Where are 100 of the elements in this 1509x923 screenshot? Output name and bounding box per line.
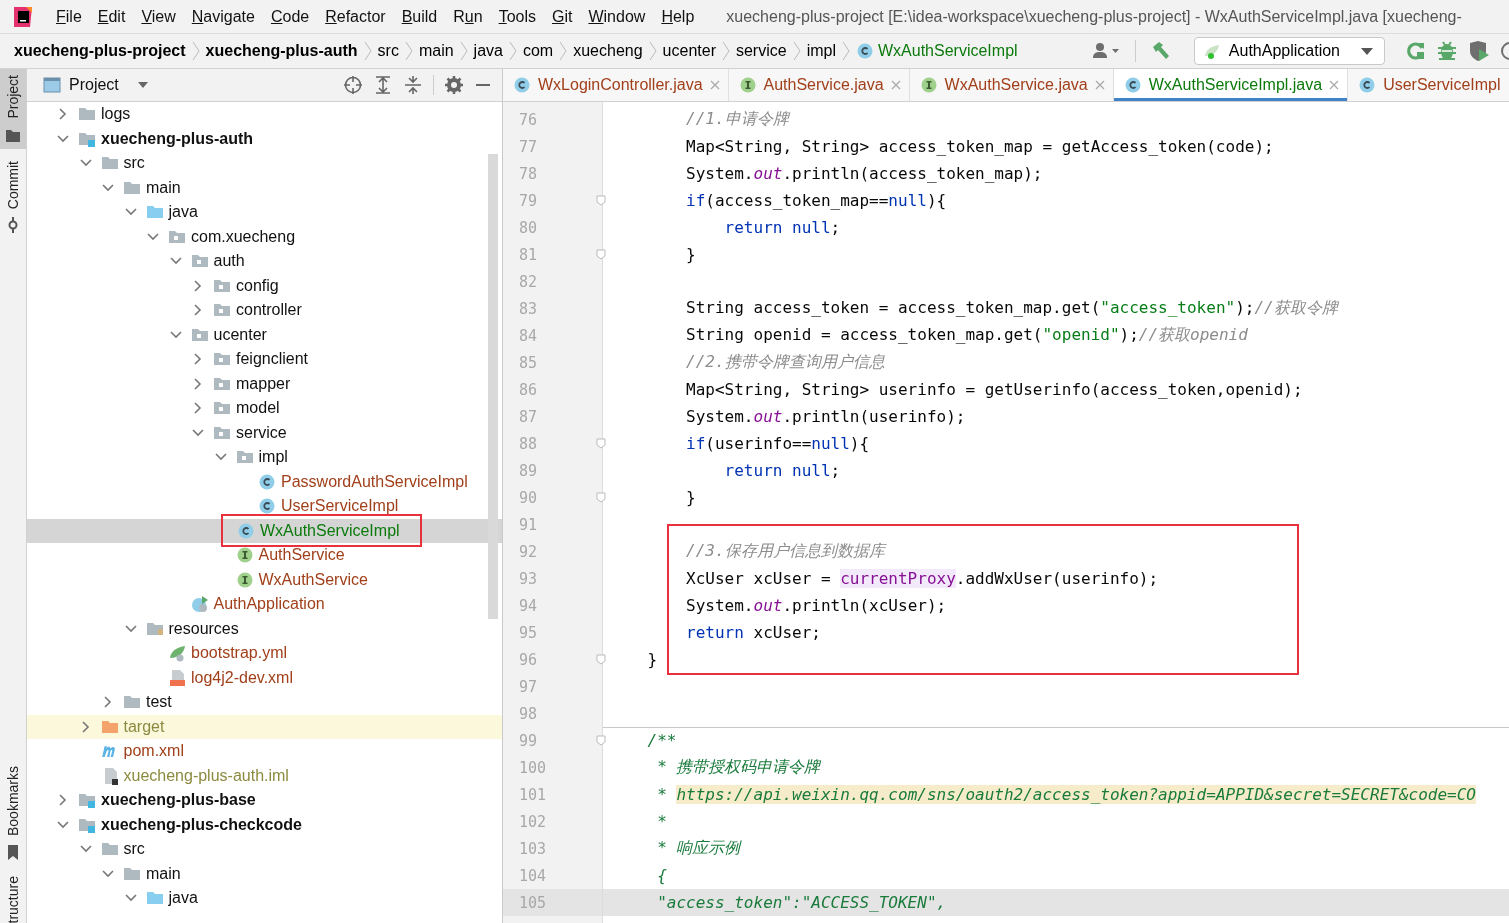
debug-icon[interactable] (1435, 40, 1459, 62)
rerun-icon[interactable] (1405, 40, 1427, 62)
collapse-chevron-icon[interactable] (192, 402, 204, 415)
settings-icon[interactable] (444, 75, 464, 95)
collapse-chevron-icon[interactable] (79, 720, 92, 733)
editor-tab[interactable]: UserServiceImpl (1348, 69, 1509, 101)
expand-chevron-icon[interactable] (124, 622, 137, 635)
dropdown-caret-icon[interactable] (136, 81, 149, 89)
tree-row[interactable]: mapper (27, 371, 502, 396)
coverage-icon[interactable] (1467, 40, 1491, 62)
tree-row[interactable]: java (27, 200, 502, 225)
breadcrumb[interactable]: WxAuthServiceImpl (878, 42, 1018, 60)
fold-marker-icon[interactable] (596, 492, 606, 503)
tree-row[interactable]: test (27, 690, 502, 715)
tree-row[interactable]: resources (27, 616, 502, 641)
expand-chevron-icon[interactable] (192, 426, 204, 439)
breadcrumb[interactable]: java (473, 42, 503, 60)
breadcrumb[interactable]: com (522, 42, 554, 60)
tree-row[interactable]: com.xuecheng (27, 224, 502, 249)
collapse-chevron-icon[interactable] (192, 279, 204, 292)
tree-row[interactable]: UserServiceImpl (27, 494, 502, 519)
collapse-chevron-icon[interactable] (102, 696, 114, 709)
menu-item[interactable]: Code (262, 7, 318, 26)
expand-chevron-icon[interactable] (147, 230, 159, 243)
tree-row[interactable]: WxAuthService (27, 567, 502, 592)
tree-row[interactable]: pom.xml (27, 739, 502, 764)
close-icon[interactable] (1329, 80, 1340, 90)
tree-row[interactable]: main (27, 175, 502, 200)
menu-item[interactable]: Navigate (183, 7, 263, 26)
fold-marker-icon[interactable] (596, 735, 606, 746)
tree-row[interactable]: xuecheng-plus-base (27, 788, 502, 813)
expand-chevron-icon[interactable] (57, 132, 69, 145)
menu-item[interactable]: File (48, 7, 90, 26)
tree-row[interactable]: PasswordAuthServiceImpl (27, 469, 502, 494)
locate-icon[interactable] (343, 75, 363, 95)
tool-window-tab[interactable]: tructure (0, 869, 26, 923)
tree-row[interactable]: AuthApplication (27, 592, 502, 617)
fold-marker-icon[interactable] (596, 249, 606, 260)
expand-chevron-icon[interactable] (102, 181, 114, 194)
editor-tab[interactable]: AuthService.java (728, 69, 910, 101)
tree-row[interactable]: xuecheng-plus-checkcode (27, 812, 502, 837)
tree-row[interactable]: model (27, 396, 502, 421)
breadcrumb[interactable]: main (418, 42, 454, 60)
breadcrumb[interactable]: impl (806, 42, 836, 60)
tree-row[interactable]: xuecheng-plus-auth.iml (27, 763, 502, 788)
collapse-chevron-icon[interactable] (192, 304, 204, 317)
collapse-all-icon[interactable] (403, 75, 423, 95)
collapse-chevron-icon[interactable] (192, 353, 204, 366)
panel-title[interactable]: Project (69, 76, 119, 94)
expand-chevron-icon[interactable] (102, 867, 114, 880)
collapse-chevron-icon[interactable] (57, 794, 69, 807)
tree-row[interactable]: bootstrap.yml (27, 641, 502, 666)
breadcrumb[interactable]: xuecheng (573, 42, 643, 60)
tool-window-tab[interactable]: Project (0, 69, 26, 149)
expand-chevron-icon[interactable] (57, 818, 69, 831)
panel-icon (43, 77, 61, 93)
tool-window-tab[interactable]: Commit (0, 154, 26, 239)
tree-row[interactable]: AuthService (27, 543, 502, 568)
collapse-chevron-icon[interactable] (192, 377, 204, 390)
menu-item[interactable]: Build (393, 7, 446, 26)
menu-item[interactable]: Help (653, 7, 703, 26)
tree-row[interactable]: main (27, 861, 502, 886)
tree-row[interactable]: config (27, 273, 502, 298)
menu-item[interactable]: View (133, 7, 184, 26)
editor-tab[interactable]: WxAuthServiceImpl.java (1113, 69, 1349, 101)
breadcrumb[interactable]: ucenter (662, 42, 716, 60)
tree-row[interactable]: java (27, 886, 502, 911)
fold-marker-icon[interactable] (596, 195, 606, 206)
tree-row[interactable]: xuecheng-plus-auth (27, 126, 502, 151)
fold-marker-icon[interactable] (596, 438, 606, 449)
tree-row[interactable]: auth (27, 249, 502, 274)
tree-row[interactable]: src (27, 151, 502, 176)
breadcrumb[interactable]: service (735, 42, 787, 60)
breadcrumb[interactable]: xuecheng-plus-project (14, 42, 186, 60)
menu-item[interactable]: Edit (89, 7, 134, 26)
user-icon[interactable] (1090, 41, 1121, 61)
fold-marker-icon[interactable] (596, 654, 606, 665)
editor-tab[interactable]: WxLoginController.java (503, 69, 729, 101)
menu-item[interactable]: Window (580, 7, 654, 26)
run-configuration-dropdown[interactable]: AuthApplication (1193, 37, 1385, 65)
tree-row[interactable]: src (27, 837, 502, 862)
menu-item[interactable]: Refactor (317, 7, 394, 26)
menu-item[interactable]: Run (445, 7, 491, 26)
menu-item[interactable]: Tools (490, 7, 544, 26)
tree-row[interactable]: impl (27, 445, 502, 470)
expand-all-icon[interactable] (373, 75, 393, 95)
tool-window-tab[interactable]: Bookmarks (0, 759, 26, 866)
scrollbar-thumb[interactable] (488, 154, 498, 619)
tree-row[interactable]: service (27, 420, 502, 445)
tree-row[interactable]: feignclient (27, 347, 502, 372)
editor-tab[interactable]: WxAuthService.java (909, 69, 1114, 101)
breadcrumb[interactable]: xuecheng-plus-auth (205, 42, 358, 60)
expand-chevron-icon[interactable] (169, 328, 182, 341)
collapse-chevron-icon[interactable] (57, 108, 69, 121)
tree-row[interactable]: ucenter (27, 322, 502, 347)
tree-row[interactable]: logs (27, 102, 502, 127)
menu-item[interactable]: Git (544, 7, 581, 26)
tree-row[interactable]: log4j2-dev.xml (27, 665, 502, 690)
tree-row[interactable]: controller (27, 298, 502, 323)
breadcrumb[interactable]: src (377, 42, 399, 60)
